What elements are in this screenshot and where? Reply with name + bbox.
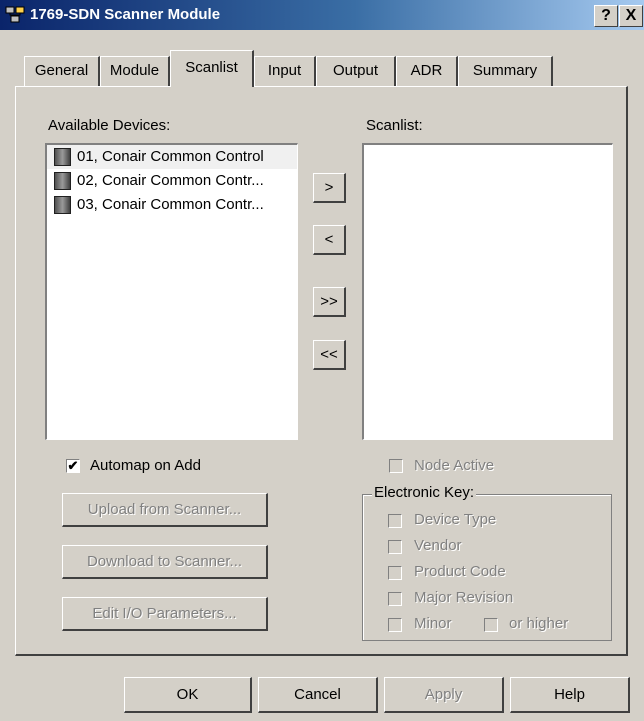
tab-adr[interactable]: ADR bbox=[396, 56, 458, 86]
network-app-icon bbox=[5, 5, 25, 25]
scanlist-label: Scanlist: bbox=[366, 117, 423, 134]
device-icon bbox=[54, 148, 71, 166]
window-title: 1769-SDN Scanner Module bbox=[30, 6, 221, 23]
node-active-checkbox[interactable] bbox=[389, 459, 403, 473]
cancel-button[interactable]: Cancel bbox=[258, 677, 378, 713]
tab-input[interactable]: Input bbox=[254, 56, 316, 86]
device-icon bbox=[54, 196, 71, 214]
automap-label: Automap on Add bbox=[90, 457, 201, 474]
minor-checkbox[interactable] bbox=[388, 618, 402, 632]
help-title-button[interactable]: ? bbox=[594, 5, 618, 27]
device-label: 01, Conair Common Control bbox=[77, 148, 264, 165]
scanlist-list[interactable] bbox=[362, 143, 613, 440]
major-revision-label: Major Revision bbox=[414, 589, 514, 606]
add-button[interactable]: > bbox=[313, 173, 346, 203]
minor-label: Minor bbox=[414, 615, 452, 632]
or-higher-checkbox[interactable] bbox=[484, 618, 498, 632]
automap-checkbox[interactable]: ✔ bbox=[66, 459, 80, 473]
product-code-label: Product Code bbox=[414, 563, 506, 580]
major-revision-checkbox[interactable] bbox=[388, 592, 402, 606]
device-type-label: Device Type bbox=[414, 511, 497, 528]
remove-all-button[interactable]: << bbox=[313, 340, 346, 370]
list-item[interactable]: 01, Conair Common Control bbox=[47, 145, 297, 169]
device-label: 03, Conair Common Contr... bbox=[77, 196, 264, 213]
electronic-key-label: Electronic Key: bbox=[372, 484, 477, 501]
node-active-label: Node Active bbox=[414, 457, 495, 474]
tab-general[interactable]: General bbox=[24, 56, 100, 86]
product-code-checkbox[interactable] bbox=[388, 566, 402, 580]
available-devices-label: Available Devices: bbox=[48, 117, 171, 134]
list-item[interactable]: 02, Conair Common Contr... bbox=[47, 169, 297, 193]
device-label: 02, Conair Common Contr... bbox=[77, 172, 264, 189]
remove-button[interactable]: < bbox=[313, 225, 346, 255]
device-icon bbox=[54, 172, 71, 190]
tab-module[interactable]: Module bbox=[100, 56, 170, 86]
ok-button[interactable]: OK bbox=[124, 677, 252, 713]
upload-from-scanner-button[interactable]: Upload from Scanner... bbox=[62, 493, 268, 527]
vendor-checkbox[interactable] bbox=[388, 540, 402, 554]
apply-button[interactable]: Apply bbox=[384, 677, 504, 713]
or-higher-label: or higher bbox=[509, 615, 569, 632]
list-item[interactable]: 03, Conair Common Contr... bbox=[47, 193, 297, 217]
download-to-scanner-button[interactable]: Download to Scanner... bbox=[62, 545, 268, 579]
tab-scanlist[interactable]: Scanlist bbox=[170, 50, 254, 87]
available-devices-list[interactable]: 01, Conair Common Control 02, Conair Com… bbox=[45, 143, 298, 440]
edit-io-parameters-button[interactable]: Edit I/O Parameters... bbox=[62, 597, 268, 631]
help-button[interactable]: Help bbox=[510, 677, 630, 713]
close-title-button[interactable]: X bbox=[619, 5, 643, 27]
add-all-button[interactable]: >> bbox=[313, 287, 346, 317]
tab-summary[interactable]: Summary bbox=[458, 56, 553, 86]
vendor-label: Vendor bbox=[414, 537, 462, 554]
device-type-checkbox[interactable] bbox=[388, 514, 402, 528]
tab-output[interactable]: Output bbox=[316, 56, 396, 86]
title-bar[interactable]: 1769-SDN Scanner Module ? X bbox=[0, 0, 644, 30]
